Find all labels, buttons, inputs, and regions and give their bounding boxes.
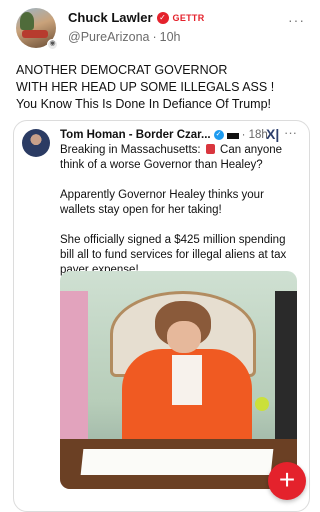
verified-badge-icon: ✓ — [156, 11, 169, 24]
post-header: ◉ Chuck Lawler ✓ GETTR @PureArizona · 10… — [16, 8, 311, 52]
avatar-tree — [20, 12, 34, 30]
quoted-paragraph-1-start: Breaking in Massachusetts: — [60, 144, 201, 156]
separator: · — [152, 30, 157, 44]
quoted-verified-badge-icon: ✓ — [213, 130, 224, 140]
timestamp: 10h — [159, 30, 181, 44]
image-face — [167, 321, 201, 353]
handle-row: @PureArizona · 10h — [68, 30, 181, 44]
quoted-paragraph-1: Breaking in Massachusetts: Can anyone th… — [60, 143, 300, 173]
image-shirt — [172, 355, 202, 405]
post-text: ANOTHER DEMOCRAT GOVERNOR WITH HER HEAD … — [16, 62, 312, 113]
x-logo-icon: X| — [266, 126, 280, 142]
post-text-line: ANOTHER DEMOCRAT GOVERNOR — [16, 63, 228, 77]
image-ball — [255, 397, 269, 411]
quoted-media-image[interactable] — [60, 271, 297, 489]
quoted-post[interactable]: Tom Homan - Border Czar... ✓ · 18h X| ··… — [13, 120, 310, 512]
avatar-car — [22, 30, 48, 38]
quoted-avatar[interactable] — [22, 129, 50, 157]
quoted-more-icon[interactable]: ··· — [284, 125, 297, 140]
quoted-flag-icon — [226, 131, 239, 139]
compose-button[interactable]: + — [268, 462, 306, 500]
quoted-paragraph-2: Apparently Governor Healey thinks your w… — [60, 189, 264, 216]
image-paper — [80, 449, 274, 475]
pin-icon — [205, 144, 215, 154]
name-row: Chuck Lawler ✓ GETTR — [68, 10, 205, 25]
post-text-line: WITH HER HEAD UP SOME ILLEGALS ASS ! — [16, 80, 275, 94]
quoted-timestamp: · 18h — [241, 129, 268, 141]
avatar-badge-icon: ◉ — [47, 39, 58, 50]
display-name[interactable]: Chuck Lawler — [68, 10, 153, 25]
platform-badge: GETTR — [172, 12, 205, 23]
quoted-name-row: Tom Homan - Border Czar... ✓ · 18h — [60, 129, 268, 141]
handle[interactable]: @PureArizona — [68, 30, 149, 44]
post-text-line: You Know This Is Done In Defiance Of Tru… — [16, 97, 271, 111]
more-icon[interactable]: ··· — [288, 12, 305, 28]
quoted-display-name[interactable]: Tom Homan - Border Czar... — [60, 129, 211, 141]
